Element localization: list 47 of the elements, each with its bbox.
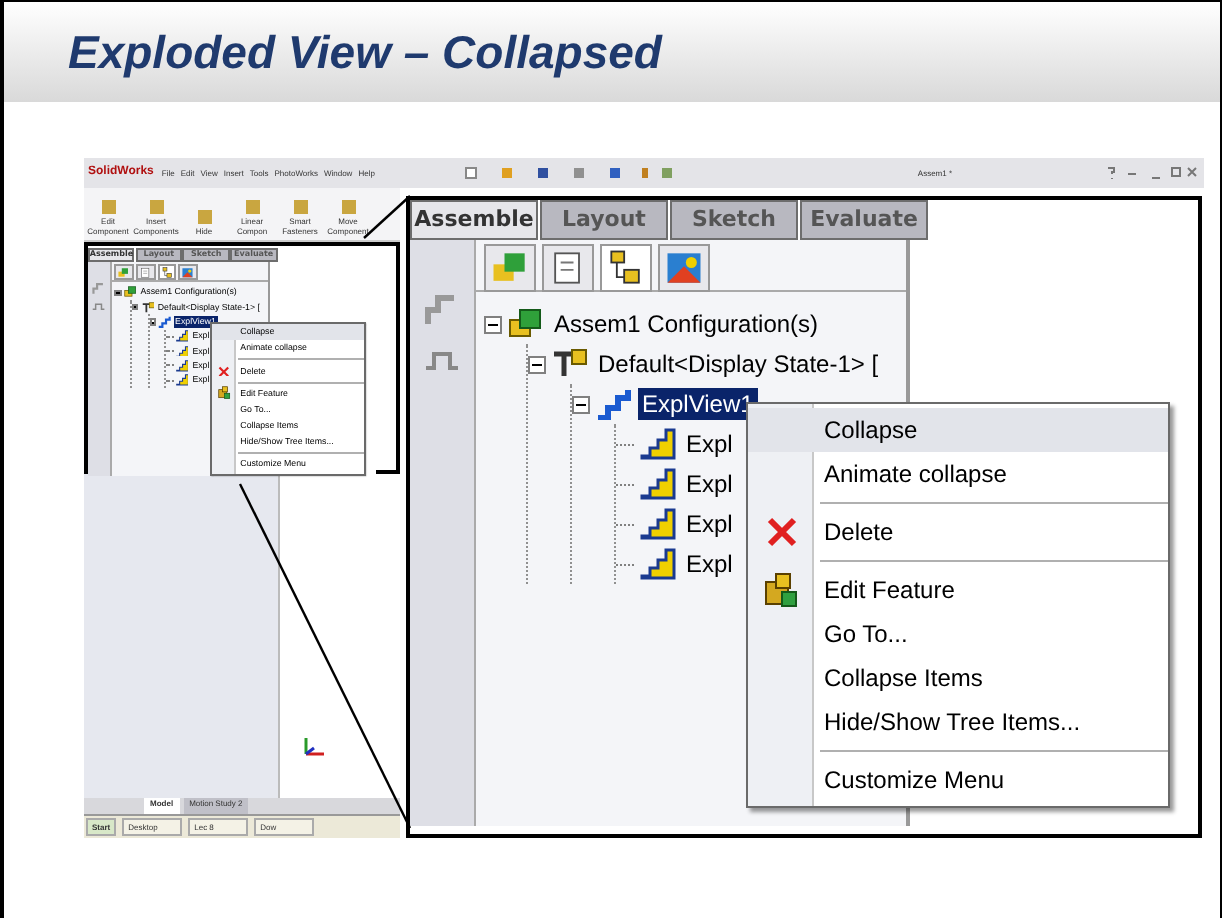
exploded-steps-icon — [596, 388, 632, 420]
explode-step-icon — [640, 548, 676, 580]
menu-item[interactable]: Hide/Show Tree Items... — [748, 700, 1168, 744]
expander-icon[interactable] — [114, 289, 122, 296]
tab[interactable]: Evaluate — [800, 200, 928, 240]
assembly-icon — [508, 308, 544, 340]
menu-item[interactable]: Collapse Items — [748, 656, 1168, 700]
expander-icon[interactable] — [528, 355, 546, 373]
tab[interactable]: Sketch — [670, 200, 798, 240]
tab[interactable]: Assemble — [410, 200, 538, 240]
explode-step-icon — [640, 468, 676, 500]
display-tab-icon[interactable] — [178, 263, 198, 281]
expander-icon[interactable] — [484, 315, 502, 333]
delete-icon — [765, 516, 797, 548]
edit-feature-icon — [218, 386, 232, 400]
menu-item[interactable]: Animate collapse — [748, 452, 1168, 496]
menu-item[interactable]: Customize Menu — [748, 758, 1168, 802]
delete-icon — [218, 365, 231, 377]
assembly-icon — [123, 286, 137, 299]
edit-feature-icon — [763, 572, 799, 608]
tree-item[interactable]: Default<Display State-1> [ — [594, 348, 883, 380]
tab[interactable]: Layout — [540, 200, 668, 240]
display-tab-icon[interactable] — [658, 244, 710, 292]
document-tab-icon[interactable] — [542, 244, 594, 292]
window-controls-icon[interactable] — [1104, 166, 1200, 180]
menu-item[interactable]: Go To... — [748, 612, 1168, 656]
expander-icon[interactable] — [572, 395, 590, 413]
tree-tab-icon[interactable] — [600, 244, 652, 292]
tree-item[interactable]: Expl — [682, 468, 737, 500]
exploded-steps-icon — [158, 316, 172, 328]
tree-item[interactable]: Assem1 Configuration(s) — [550, 308, 823, 340]
menu-item[interactable]: Delete — [748, 510, 1168, 554]
slide-title: Exploded View – Collapsed — [68, 23, 662, 82]
tree-item[interactable]: Expl — [682, 428, 737, 460]
menu-item[interactable]: Collapse — [748, 408, 1168, 452]
configuration-icon — [141, 301, 155, 314]
configuration-icon — [552, 348, 588, 380]
expander-icon[interactable] — [132, 303, 139, 311]
tree-item[interactable]: Expl — [682, 508, 737, 540]
tree-item[interactable]: Expl — [682, 548, 737, 580]
explode-step-icon — [640, 508, 676, 540]
pulse-icon[interactable] — [92, 301, 106, 311]
pulse-icon[interactable] — [424, 348, 460, 372]
axis-triad-icon — [300, 734, 328, 758]
explode-step-icon — [640, 428, 676, 460]
expander-icon[interactable] — [149, 318, 157, 326]
menu-item[interactable]: Edit Feature — [748, 568, 1168, 612]
